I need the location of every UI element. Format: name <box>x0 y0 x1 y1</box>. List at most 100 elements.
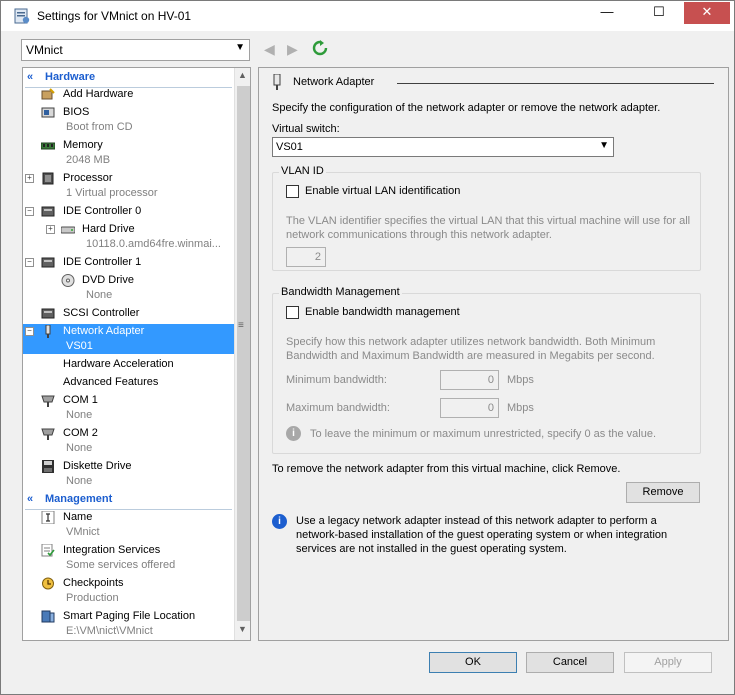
chevron-down-icon: ▼ <box>599 140 609 151</box>
ok-button[interactable]: OK <box>429 652 517 673</box>
settings-app-icon <box>14 8 30 24</box>
section-management[interactable]: « Management <box>23 492 234 510</box>
enable-bandwidth-checkbox[interactable] <box>286 306 299 319</box>
tree-item-label: Checkpoints <box>63 577 124 589</box>
tree-item-network-sub[interactable]: VS01 <box>23 339 234 354</box>
tree-item-name-sub[interactable]: VMnict <box>23 525 234 540</box>
tree-item-paging-sub[interactable]: E:\VM\nict\VMnict <box>23 624 234 639</box>
remove-instructions: To remove the network adapter from this … <box>272 463 621 475</box>
tree-item-processor-sub[interactable]: 1 Virtual processor <box>23 186 234 201</box>
tree-item-label: Name <box>63 511 93 523</box>
cancel-button[interactable]: Cancel <box>526 652 614 673</box>
tree-item-add-hardware[interactable]: Add Hardware <box>23 87 234 102</box>
vm-selector-dropdown[interactable]: VMnict ▼ <box>21 39 250 61</box>
tree-scrollbar[interactable]: ▲ ≡ ▼ <box>234 68 250 640</box>
tree-item-diskette-drive[interactable]: Diskette Drive <box>23 459 234 474</box>
expand-plus-icon[interactable]: + <box>46 225 55 234</box>
tree-item-com1[interactable]: COM 1 <box>23 393 234 408</box>
tree-item-smart-paging[interactable]: Smart Paging File Location <box>23 609 234 624</box>
tree-item-diskette-sub[interactable]: None <box>23 474 234 489</box>
tree-item-checkpoints-sub[interactable]: Production <box>23 591 234 606</box>
vlan-id-input[interactable]: 2 <box>286 247 326 267</box>
minimum-bandwidth-unit: Mbps <box>507 374 534 386</box>
scroll-up-arrow-icon[interactable]: ▲ <box>238 70 247 80</box>
back-arrow-icon[interactable]: ◀ <box>264 41 275 58</box>
tree-item-sublabel: 1 Virtual processor <box>66 187 158 199</box>
scroll-down-arrow-icon[interactable]: ▼ <box>238 624 247 634</box>
tree-item-scsi-controller[interactable]: SCSI Controller <box>23 306 234 321</box>
processor-icon <box>42 172 54 185</box>
tree-item-integration-services[interactable]: Integration Services <box>23 543 234 558</box>
tree-item-bios[interactable]: BIOS <box>23 105 234 120</box>
com-port-icon <box>41 395 55 407</box>
bios-chip-icon <box>41 107 55 118</box>
tree-item-advanced-features[interactable]: Advanced Features <box>23 375 234 390</box>
tree-item-label: COM 2 <box>63 427 98 439</box>
tree-item-checkpoints[interactable]: Checkpoints <box>23 576 234 591</box>
tree-item-dvd-drive[interactable]: DVD Drive <box>23 273 234 288</box>
enable-bandwidth-label[interactable]: Enable bandwidth management <box>305 306 460 318</box>
bandwidth-management-group: Bandwidth Management Enable bandwidth ma… <box>272 286 701 454</box>
tree-item-hard-drive-sub[interactable]: 10118.0.amd64fre.winmai... <box>23 237 234 252</box>
tree-item-network-adapter[interactable]: − Network Adapter <box>23 324 234 339</box>
tree-item-com2-sub[interactable]: None <box>23 441 234 456</box>
minimum-bandwidth-input[interactable]: 0 <box>440 370 499 390</box>
forward-arrow-icon[interactable]: ▶ <box>287 41 298 58</box>
collapse-minus-icon[interactable]: − <box>25 207 34 216</box>
bandwidth-description-2: Bandwidth and Maximum Bandwidth are meas… <box>286 350 655 362</box>
enable-vlan-label[interactable]: Enable virtual LAN identification <box>305 185 460 197</box>
tree-item-label: Add Hardware <box>63 88 134 100</box>
tree-item-label: Processor <box>63 172 113 184</box>
tree-item-memory[interactable]: Memory <box>23 138 234 153</box>
maximize-button[interactable]: ☐ <box>641 2 677 24</box>
remove-button[interactable]: Remove <box>626 482 700 503</box>
tree-item-memory-sub[interactable]: 2048 MB <box>23 153 234 168</box>
tree-item-label: Advanced Features <box>63 376 159 388</box>
network-adapter-panel: Network Adapter Specify the configuratio… <box>258 67 729 641</box>
legacy-adapter-text-3: services are not installed in the guest … <box>296 543 567 555</box>
tree-item-bios-sub[interactable]: Boot from CD <box>23 120 234 135</box>
maximum-bandwidth-unit: Mbps <box>507 402 534 414</box>
maximum-bandwidth-input[interactable]: 0 <box>440 398 499 418</box>
scsi-controller-icon <box>41 308 55 319</box>
integration-services-icon <box>41 544 55 557</box>
enable-vlan-checkbox[interactable] <box>286 185 299 198</box>
maximum-bandwidth-value: 0 <box>487 402 494 414</box>
vlan-description-2: network communications through this netw… <box>286 229 552 241</box>
scrollbar-thumb[interactable] <box>237 86 250 621</box>
collapse-chevron-icon[interactable]: « <box>27 71 33 83</box>
tree-item-label: IDE Controller 0 <box>63 205 142 217</box>
title-bar: Settings for VMnict on HV-01 — ☐ ✕ <box>1 1 734 31</box>
tree-item-integration-sub[interactable]: Some services offered <box>23 558 234 573</box>
tree-item-ide-controller-1[interactable]: − IDE Controller 1 <box>23 255 234 270</box>
tree-item-com1-sub[interactable]: None <box>23 408 234 423</box>
tree-item-label: Network Adapter <box>63 325 145 337</box>
vlan-description-1: The VLAN identifier specifies the virtua… <box>286 215 691 227</box>
vlan-id-group: VLAN ID Enable virtual LAN identificatio… <box>272 165 701 271</box>
tree-item-hard-drive[interactable]: + Hard Drive <box>23 222 234 237</box>
collapse-minus-icon[interactable]: − <box>25 327 34 336</box>
tree-item-hardware-acceleration[interactable]: Hardware Acceleration <box>23 357 234 372</box>
collapse-minus-icon[interactable]: − <box>25 258 34 267</box>
section-hardware[interactable]: « Hardware <box>23 70 234 88</box>
dvd-disc-icon <box>61 274 75 287</box>
tree-item-com2[interactable]: COM 2 <box>23 426 234 441</box>
minimum-bandwidth-label: Minimum bandwidth: <box>286 374 387 386</box>
refresh-icon[interactable] <box>312 40 328 56</box>
collapse-chevron-icon[interactable]: « <box>27 493 33 505</box>
scrollbar-grip-icon: ≡ <box>238 320 244 331</box>
tree-item-name[interactable]: Name <box>23 510 234 525</box>
tree-item-ide-controller-0[interactable]: − IDE Controller 0 <box>23 204 234 219</box>
minimize-button[interactable]: — <box>589 2 625 24</box>
apply-button[interactable]: Apply <box>624 652 712 673</box>
maximum-bandwidth-label: Maximum bandwidth: <box>286 402 390 414</box>
tree-item-label: BIOS <box>63 106 90 118</box>
ide-controller-icon <box>41 206 55 217</box>
panel-title: Network Adapter <box>293 76 375 88</box>
close-button[interactable]: ✕ <box>684 2 730 24</box>
window-title: Settings for VMnict on HV-01 <box>37 9 192 23</box>
virtual-switch-dropdown[interactable]: VS01 ▼ <box>272 137 614 157</box>
tree-item-dvd-sub[interactable]: None <box>23 288 234 303</box>
expand-plus-icon[interactable]: + <box>25 174 34 183</box>
tree-item-processor[interactable]: + Processor <box>23 171 234 186</box>
